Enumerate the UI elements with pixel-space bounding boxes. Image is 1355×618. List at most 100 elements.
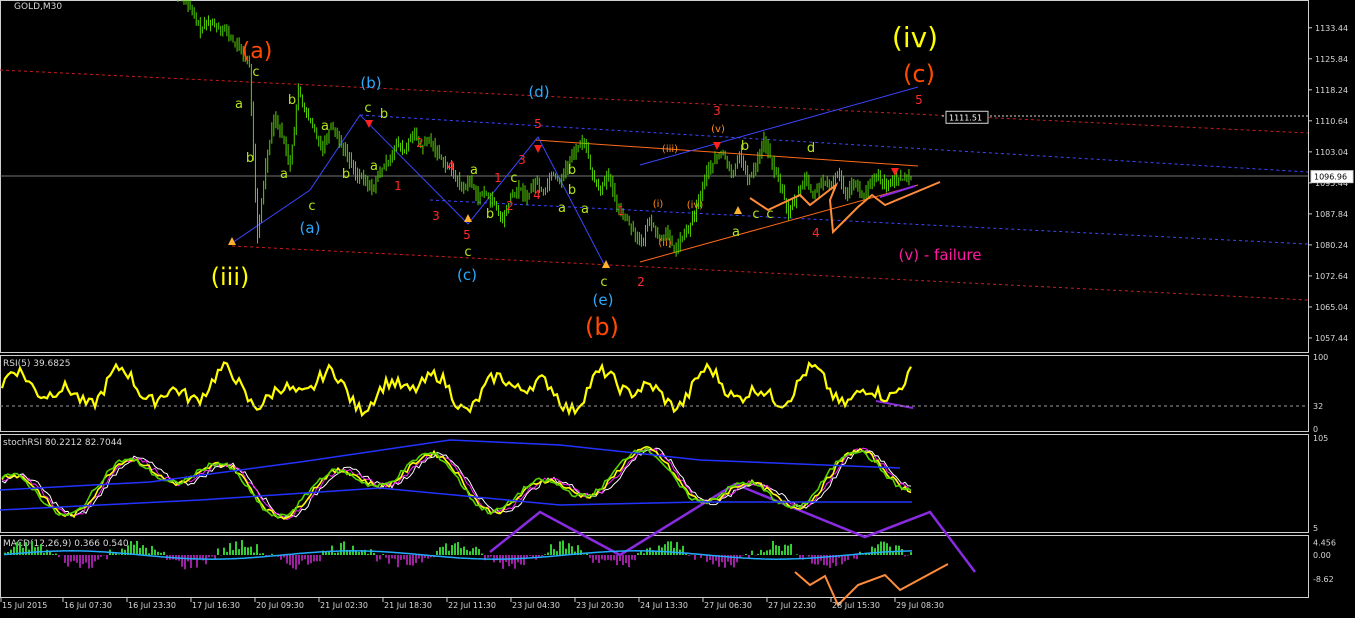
main-title: GOLD,M30 (14, 2, 62, 12)
price-tick-label: 1133.44 (1315, 24, 1348, 33)
macd-bar (232, 550, 234, 555)
wave-label: b (568, 183, 576, 198)
macd-bar (640, 551, 642, 555)
macd-bar (883, 542, 885, 555)
wave-label: c (600, 275, 607, 290)
macd-bar (100, 555, 102, 557)
macd-bar (340, 543, 342, 555)
macd-bar (784, 545, 786, 555)
wave-label: (a) (300, 219, 321, 237)
wave-label: (iii) (662, 144, 678, 155)
macd-bar (856, 555, 858, 559)
macd-bar (46, 550, 48, 555)
macd-bar (142, 545, 144, 555)
wave-label: (v) (711, 124, 725, 135)
macd-bar (412, 555, 414, 566)
macd-bar (781, 551, 783, 555)
macd-bar (208, 555, 210, 557)
macd-bar (394, 555, 396, 559)
macd-bar (790, 544, 792, 555)
macd-bar (667, 541, 669, 555)
wave-label: a (732, 225, 740, 240)
macd-bar (214, 555, 216, 559)
macd-bar (877, 544, 879, 555)
macd-bar (238, 549, 240, 555)
macd-bar (613, 555, 615, 560)
macd-bar (370, 549, 372, 555)
time-tick-label: 24 Jul 13:30 (640, 601, 688, 610)
macd-bar (481, 554, 483, 555)
macd-bar (607, 555, 609, 560)
macd-bar (853, 555, 855, 558)
wave-label: (b) (360, 74, 381, 92)
macd-bar (415, 555, 417, 563)
wave-label: 5 (915, 93, 923, 107)
macd-bar (439, 547, 441, 555)
time-tick-label: 15 Jul 2015 (2, 601, 47, 610)
macd-bar (619, 555, 621, 561)
wave-label: (iv) (687, 200, 704, 211)
macd-bar (400, 555, 402, 560)
macd-bar (814, 555, 816, 564)
wave-label: a (581, 202, 589, 217)
wave-label: (c) (457, 266, 477, 284)
macd-bar (712, 555, 714, 564)
macd-bar (907, 555, 909, 556)
macd-bar (211, 555, 213, 556)
wave-label: 2 (506, 199, 514, 213)
price-tick-label: 1072.64 (1315, 272, 1348, 281)
wave-label: c (752, 207, 759, 222)
macd-bar (472, 548, 474, 555)
macd-bar (604, 555, 606, 560)
macd-bar (760, 550, 762, 555)
macd-bar (436, 551, 438, 555)
price-tick-label: 1087.84 (1315, 210, 1348, 219)
macd-bar (463, 547, 465, 555)
wave-label: d (807, 141, 815, 156)
macd-bar (631, 555, 633, 560)
time-tick-label: 27 Jul 22:30 (768, 601, 816, 610)
macd-bar (157, 552, 159, 555)
wave-label: b (342, 167, 350, 182)
macd-bar (418, 555, 420, 559)
macd-bar (601, 555, 603, 559)
macd-bar (331, 546, 333, 555)
time-tick-label: 21 Jul 18:30 (384, 601, 432, 610)
macd-bar (271, 554, 273, 555)
macd-bar (745, 554, 747, 555)
macd-bar (901, 549, 903, 555)
wave-label: 3 (518, 153, 526, 167)
wave-label: a (370, 159, 378, 174)
price-tick-label: 1065.04 (1315, 303, 1348, 312)
macd-tick-label: 4.456 (1313, 539, 1336, 548)
macd-bar (544, 554, 546, 555)
macd-bar (313, 555, 315, 561)
macd-bar (229, 543, 231, 555)
macd-bar (772, 541, 774, 555)
macd-bar (658, 546, 660, 555)
macd-bar (409, 555, 411, 565)
rsi-tick-label: 32 (1313, 402, 1323, 411)
macd-bar (148, 553, 150, 555)
time-tick-label: 29 Jul 08:30 (896, 601, 944, 610)
macd-bar (85, 555, 87, 563)
macd-bar (421, 555, 423, 562)
macd-bar (70, 555, 72, 562)
macd-bar (397, 555, 399, 567)
macd-bar (22, 548, 24, 555)
price-label: 1111.51 (949, 113, 982, 122)
macd-bar (406, 555, 408, 565)
wave-label: c (308, 199, 315, 214)
macd-bar (88, 555, 90, 569)
wave-label: a (235, 97, 243, 112)
time-tick-label: 17 Jul 16:30 (192, 601, 240, 610)
macd-bar (568, 543, 570, 555)
macd-bar (796, 554, 798, 555)
macd-bar (526, 555, 528, 558)
macd-bar (244, 547, 246, 555)
trading-chart[interactable]: GOLD,M30 RSI(5) 39.6825 stochRSI 80.2212… (0, 0, 1355, 614)
time-tick-label: 23 Jul 04:30 (512, 601, 560, 610)
macd-bar (94, 555, 96, 561)
macd-bar (895, 545, 897, 555)
macd-bar (118, 554, 120, 555)
